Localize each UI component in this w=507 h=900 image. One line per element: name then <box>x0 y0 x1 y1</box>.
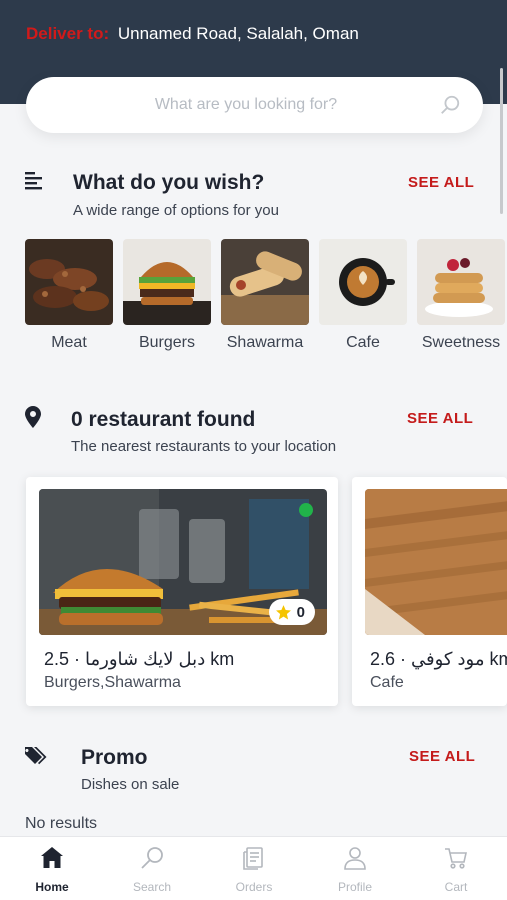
category-item[interactable]: Meat <box>25 239 113 352</box>
category-label: Shawarma <box>226 334 304 351</box>
promo-subtitle: Dishes on sale <box>81 776 180 793</box>
restaurants-see-all-button[interactable]: SEE ALL <box>407 410 473 427</box>
restaurant-tags: Burgers,Shawarma <box>44 674 181 691</box>
category-image-sweetness <box>417 239 505 325</box>
restaurant-card[interactable]: 0 دبل لايك شاورما · 2.5 km Burgers,Shawa… <box>26 477 338 706</box>
category-label: Cafe <box>346 334 380 351</box>
categories-title: What do you wish? <box>73 171 265 194</box>
category-image-burgers <box>123 239 211 325</box>
category-item[interactable]: Burgers <box>123 239 211 352</box>
nav-item-orders[interactable]: Orders <box>214 845 294 894</box>
location-pin-icon <box>25 406 41 428</box>
bottom-navigation: Home Search Orders Profile Cart <box>0 836 507 900</box>
nav-item-cart[interactable]: Cart <box>416 845 496 894</box>
category-item[interactable]: Shawarma <box>221 239 309 352</box>
nav-label: Home <box>35 880 69 894</box>
rating-value: 0 <box>296 603 305 621</box>
nav-item-home[interactable]: Home <box>12 845 92 894</box>
menu-lines-icon <box>25 172 42 190</box>
nav-item-profile[interactable]: Profile <box>315 845 395 894</box>
search-icon[interactable] <box>439 94 461 116</box>
star-icon <box>275 604 291 619</box>
nav-label: Profile <box>337 880 372 894</box>
restaurant-image <box>365 489 507 635</box>
tag-icon <box>25 747 47 765</box>
search-input[interactable] <box>56 77 436 133</box>
category-label: Burgers <box>138 334 196 351</box>
online-status-dot <box>299 503 313 517</box>
restaurant-tags: Cafe <box>370 674 404 691</box>
nav-label: Search <box>132 880 172 894</box>
nav-label: Orders <box>235 880 273 894</box>
category-label: Sweetness <box>421 334 501 351</box>
deliver-to-label: Deliver to: <box>26 24 110 43</box>
restaurant-name-distance: مود كوفي · 2.6 km <box>370 649 507 669</box>
category-list[interactable]: Meat Burgers Shawarma Cafe Sweetness <box>25 239 507 359</box>
restaurant-card[interactable]: مود كوفي · 2.6 km Cafe <box>352 477 507 706</box>
category-image-meat <box>25 239 113 325</box>
delivery-address[interactable]: Deliver to: Unnamed Road, Salalah, Oman <box>26 24 359 44</box>
promo-see-all-button[interactable]: SEE ALL <box>409 748 475 765</box>
address-text: Unnamed Road, Salalah, Oman <box>117 24 359 43</box>
nav-label: Cart <box>444 880 468 894</box>
orders-icon <box>243 847 263 870</box>
promo-empty-text: No results <box>25 815 98 832</box>
scrollbar[interactable] <box>500 68 503 214</box>
cart-icon <box>445 848 467 869</box>
categories-subtitle: A wide range of options for you <box>73 202 279 219</box>
category-image-cafe <box>319 239 407 325</box>
search-bar[interactable] <box>26 77 483 133</box>
home-icon <box>41 847 63 868</box>
restaurants-subtitle: The nearest restaurants to your location <box>71 438 337 455</box>
promo-title: Promo <box>81 746 148 769</box>
rating-badge: 0 <box>268 599 315 625</box>
categories-see-all-button[interactable]: SEE ALL <box>408 174 474 191</box>
app-screen: Deliver to: Unnamed Road, Salalah, Oman … <box>0 0 507 900</box>
category-item[interactable]: Cafe <box>319 239 407 352</box>
restaurant-image: 0 <box>39 489 327 635</box>
restaurants-title: 0 restaurant found <box>71 408 256 431</box>
nav-item-search[interactable]: Search <box>112 845 192 894</box>
search-icon <box>141 847 163 869</box>
category-image-shawarma <box>221 239 309 325</box>
category-label: Meat <box>51 334 87 351</box>
profile-icon <box>344 847 366 870</box>
restaurant-name-distance: دبل لايك شاورما · 2.5 km <box>44 649 235 669</box>
category-item[interactable]: Sweetness <box>417 239 505 352</box>
